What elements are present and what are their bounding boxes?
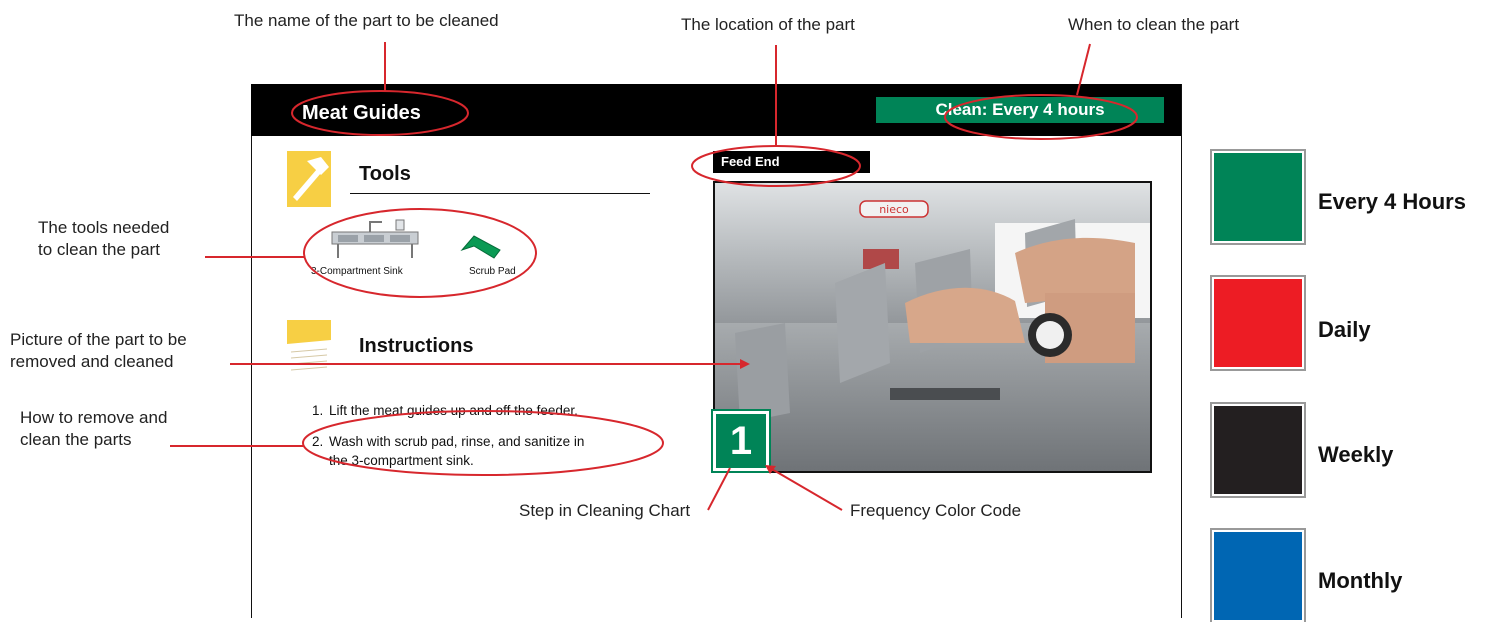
callout-tools: The tools needed to clean the part xyxy=(38,217,169,261)
legend-label-daily: Daily xyxy=(1318,317,1371,342)
tool-label-sink: 3-Compartment Sink xyxy=(311,266,403,277)
part-photo: nieco xyxy=(713,181,1152,473)
location-label: Feed End xyxy=(713,151,870,173)
callout-tools-line1: The tools needed xyxy=(38,218,170,237)
legend-swatch-weekly xyxy=(1210,402,1306,498)
callout-how: How to remove and clean the parts xyxy=(20,407,167,451)
photo-brand-text: nieco xyxy=(879,203,909,216)
sink-icon xyxy=(330,218,420,258)
callout-part-name: The name of the part to be cleaned xyxy=(234,11,499,30)
scrub-pad-icon xyxy=(460,234,502,260)
legend-swatch-monthly xyxy=(1210,528,1306,622)
tools-title: Tools xyxy=(359,163,411,185)
callout-tools-line2: to clean the part xyxy=(38,240,160,259)
instructions-rule xyxy=(350,363,650,364)
tools-rule xyxy=(350,193,650,194)
callout-how-line1: How to remove and xyxy=(20,408,168,427)
instructions-title: Instructions xyxy=(359,335,474,357)
callout-picture-line2: removed and cleaned xyxy=(10,352,174,371)
callout-picture: Picture of the part to be removed and cl… xyxy=(10,329,187,373)
instruction-number-2: 2. xyxy=(312,434,324,449)
callout-location: The location of the part xyxy=(681,15,855,34)
legend-label-every-4-hours: Every 4 Hours xyxy=(1318,189,1466,214)
step-number-badge: 1 xyxy=(711,409,771,473)
callout-picture-line1: Picture of the part to be xyxy=(10,330,187,349)
instruction-step-1: Lift the meat guides up and off the feed… xyxy=(329,403,578,418)
frequency-bar: Clean: Every 4 hours xyxy=(876,97,1164,123)
legend-swatch-daily xyxy=(1210,275,1306,371)
legend-label-monthly: Monthly xyxy=(1318,568,1403,593)
callout-how-line2: clean the parts xyxy=(20,430,132,449)
legend-label-weekly: Weekly xyxy=(1318,442,1394,467)
card-title: Meat Guides xyxy=(302,102,421,124)
instruction-number-1: 1. xyxy=(312,403,324,418)
hammer-icon xyxy=(287,151,331,207)
instruction-step-2-cont: the 3-compartment sink. xyxy=(329,453,474,468)
legend-swatch-every-4-hours xyxy=(1210,149,1306,245)
notepad-icon xyxy=(287,320,331,376)
cleaning-guide-diagram: The name of the part to be cleaned The l… xyxy=(0,0,1509,622)
tool-label-scrub-pad: Scrub Pad xyxy=(469,266,516,277)
callout-when: When to clean the part xyxy=(1068,15,1240,34)
instruction-step-2: Wash with scrub pad, rinse, and sanitize… xyxy=(329,434,585,449)
